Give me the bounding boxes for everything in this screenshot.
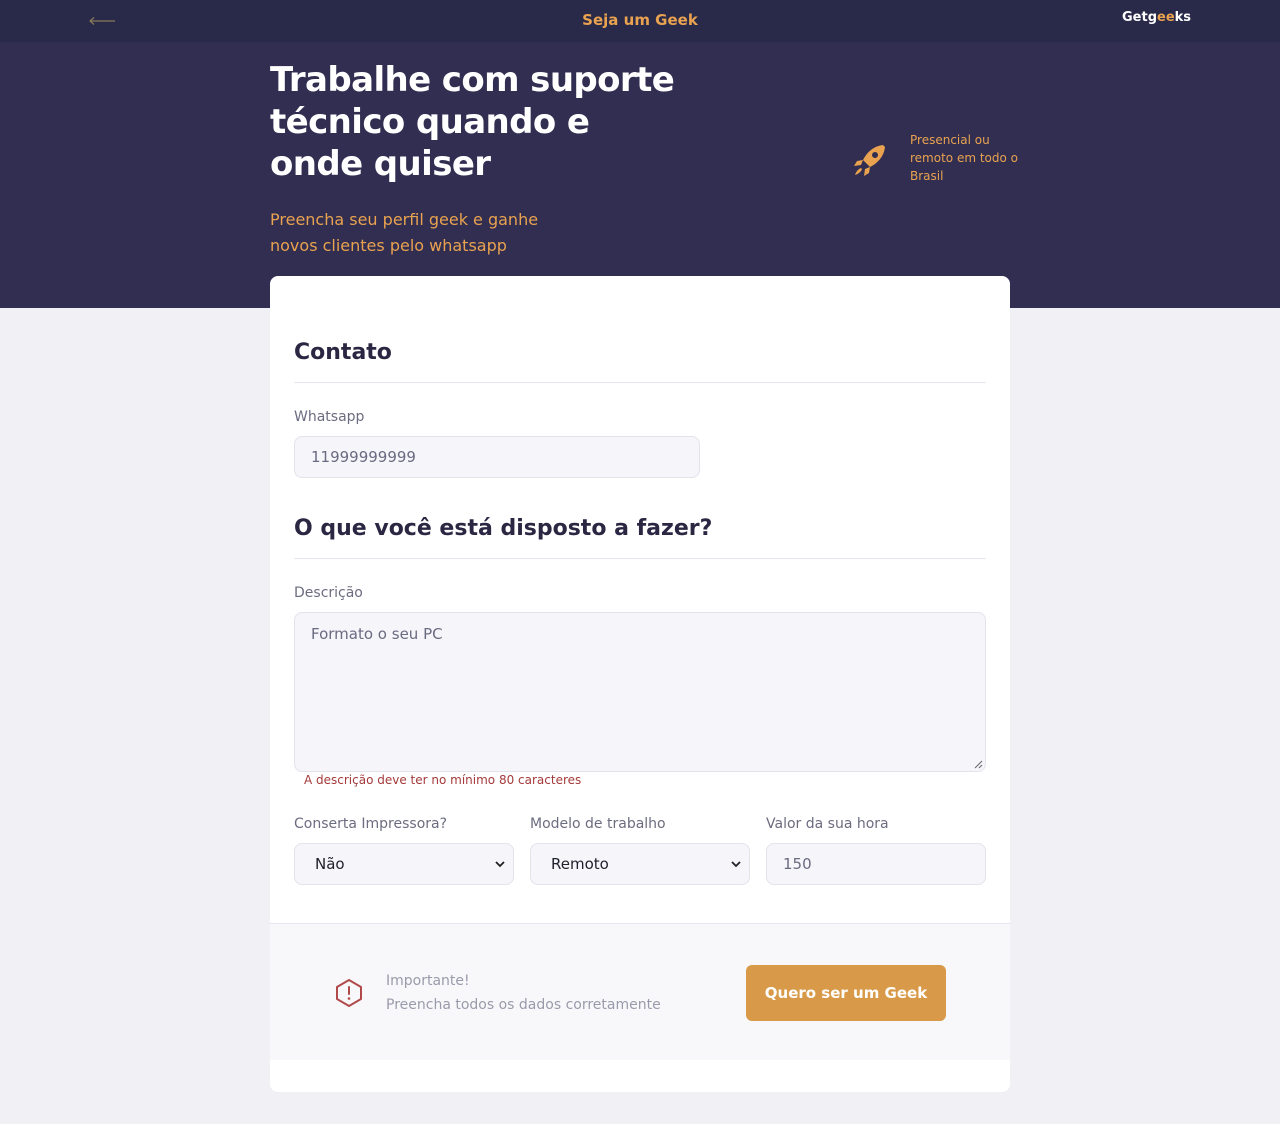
description-error-message: A descrição deve ter no mínimo 80 caract…	[304, 773, 582, 787]
rocket-icon	[854, 145, 885, 176]
work-model-select-value: Remoto	[551, 855, 609, 873]
warning-title: Importante!	[386, 973, 470, 989]
section-title-services: O que você está disposto a fazer?	[294, 516, 713, 541]
printer-label: Conserta Impressora?	[294, 816, 448, 832]
divider	[294, 558, 986, 559]
hero-banner: Trabalhe com suporte técnico quando e on…	[0, 42, 1280, 308]
description-label: Descrição	[294, 585, 363, 601]
hourly-rate-input[interactable]: 150	[766, 843, 986, 885]
hourly-rate-label: Valor da sua hora	[766, 816, 889, 832]
hero-title: Trabalhe com suporte técnico quando e on…	[270, 60, 675, 184]
divider	[294, 382, 986, 383]
chevron-down-icon	[731, 861, 741, 868]
chevron-down-icon	[495, 861, 505, 868]
getgeeks-logo[interactable]: Getgeeks	[1122, 10, 1191, 25]
form-footer: Importante! Preencha todos os dados corr…	[270, 923, 1010, 1060]
printer-select[interactable]: Não	[294, 843, 514, 885]
work-model-select[interactable]: Remoto	[530, 843, 750, 885]
hero-note: Presencial ou remoto em todo o Brasil	[910, 133, 1018, 183]
whatsapp-label: Whatsapp	[294, 409, 365, 425]
submit-button[interactable]: Quero ser um Geek	[746, 965, 946, 1021]
resize-handle-icon[interactable]	[973, 759, 983, 769]
work-model-label: Modelo de trabalho	[530, 816, 666, 832]
warning-text: Preencha todos os dados corretamente	[386, 997, 661, 1013]
alert-hexagon-icon	[336, 979, 362, 1007]
logo-text-middle: ee	[1157, 10, 1175, 25]
printer-select-value: Não	[315, 855, 345, 873]
hero-subtitle: Preencha seu perfil geek e ganhe novos c…	[270, 210, 539, 255]
description-value: Formato o seu PC	[311, 625, 443, 643]
description-textarea[interactable]: Formato o seu PC	[294, 612, 986, 772]
logo-text-suffix: ks	[1174, 10, 1192, 25]
top-bar: Seja um Geek Getgeeks	[0, 0, 1280, 42]
section-title-contact: Contato	[294, 340, 392, 365]
page-title: Seja um Geek	[582, 11, 698, 29]
whatsapp-input[interactable]: 11999999999	[294, 436, 700, 478]
logo-text-prefix: Getg	[1122, 10, 1158, 25]
signup-form-card: Contato Whatsapp 11999999999 O que você …	[270, 276, 1010, 1092]
